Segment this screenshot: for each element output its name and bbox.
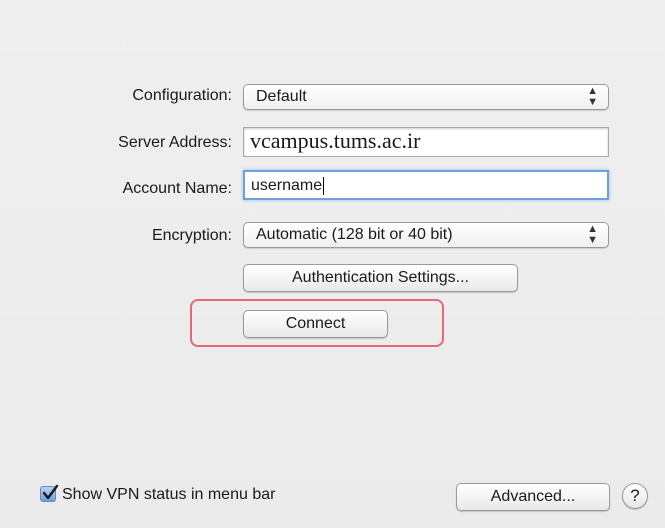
advanced-button[interactable]: Advanced... — [456, 483, 610, 511]
up-down-arrows-icon: ▲ ▼ — [587, 223, 598, 246]
configuration-select[interactable]: Default ▲ ▼ — [243, 84, 609, 110]
text-cursor — [323, 176, 325, 195]
encryption-select[interactable]: Automatic (128 bit or 40 bit) ▲ ▼ — [243, 222, 609, 248]
configuration-value: Default — [256, 88, 307, 105]
show-vpn-status-checkbox[interactable] — [40, 484, 59, 502]
encryption-value: Automatic (128 bit or 40 bit) — [256, 226, 453, 243]
server-address-value: vcampus.tums.ac.ir — [250, 128, 421, 153]
show-vpn-status-label[interactable]: Show VPN status in menu bar — [62, 486, 275, 504]
vpn-settings-panel: Configuration: Default ▲ ▼ Server Address… — [0, 0, 665, 528]
server-address-field[interactable]: vcampus.tums.ac.ir — [243, 127, 609, 157]
connect-button[interactable]: Connect — [243, 310, 388, 338]
help-button[interactable]: ? — [622, 483, 648, 509]
up-down-arrows-icon: ▲ ▼ — [587, 85, 598, 108]
encryption-label: Encryption: — [151, 227, 232, 244]
authentication-settings-button[interactable]: Authentication Settings... — [243, 264, 518, 292]
configuration-label: Configuration: — [132, 87, 232, 104]
checkmark-icon — [42, 484, 59, 500]
account-name-value: username — [251, 177, 323, 194]
server-address-label: Server Address: — [118, 134, 232, 151]
account-name-field[interactable]: username — [243, 170, 609, 200]
account-name-label: Account Name: — [122, 180, 232, 197]
